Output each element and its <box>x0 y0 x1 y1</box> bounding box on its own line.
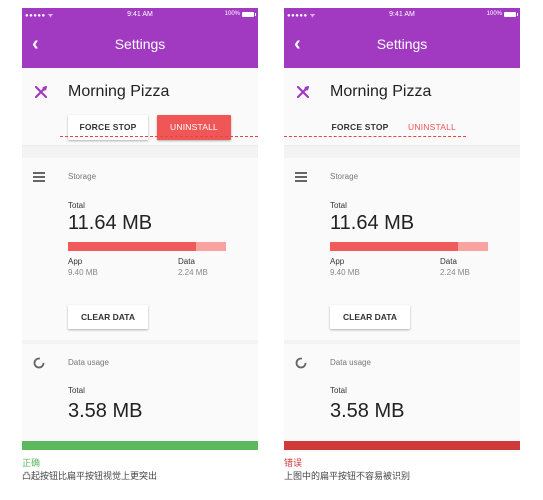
battery-percent: 100% <box>224 11 240 17</box>
fork-knife-icon <box>34 85 48 99</box>
data-size-label: Data <box>440 257 457 266</box>
app-card: Morning Pizza FORCE STOP UNINSTALL <box>22 68 258 146</box>
app-size-value: 9.40 MB <box>330 268 360 277</box>
storage-total-label: Total <box>330 201 347 210</box>
data-usage-total-value: 3.58 MB <box>330 400 405 422</box>
wrong-caption-tag: 错误 <box>284 458 303 468</box>
phone-left-raised: ●●●●● ᯤ 9:41 AM 100% ‹ Settings Morning … <box>22 8 258 449</box>
correct-caption-tag: 正确 <box>22 458 41 468</box>
battery-indicator: 100% <box>224 11 256 17</box>
app-size-label: App <box>68 257 83 266</box>
storage-usage-bar <box>68 242 226 251</box>
wrong-caption-text: 上图中的扁平按钮不容易被识别 <box>284 471 411 481</box>
app-name: Morning Pizza <box>68 83 170 100</box>
storage-card: Storage Total 11.64 MB App 9.40 MB Data … <box>22 158 258 340</box>
app-size-value: 9.40 MB <box>68 268 98 277</box>
status-bar: ●●●●● ᯤ 9:41 AM 100% <box>22 8 258 22</box>
storage-card: Storage Total 11.64 MB App 9.40 MB Data … <box>284 158 520 340</box>
divider-dashed-left <box>60 136 258 137</box>
battery-icon <box>242 11 256 17</box>
data-usage-total-label: Total <box>68 386 85 395</box>
battery-indicator: 100% <box>486 11 518 17</box>
page-title: Settings <box>376 36 428 52</box>
fork-knife-icon <box>296 85 310 99</box>
data-size-value: 2.24 MB <box>178 268 208 277</box>
data-usage-section-label: Data usage <box>330 358 371 367</box>
storage-app-fill <box>330 242 458 251</box>
app-card: Morning Pizza FORCE STOP UNINSTALL <box>284 68 520 146</box>
storage-section-label: Storage <box>330 172 359 181</box>
data-usage-total-label: Total <box>330 386 347 395</box>
clear-data-button[interactable]: CLEAR DATA <box>68 305 148 329</box>
data-usage-card: Data usage Total 3.58 MB <box>22 344 258 449</box>
app-name: Morning Pizza <box>330 83 432 100</box>
battery-icon <box>504 11 518 17</box>
storage-icon <box>33 172 45 182</box>
data-size-label: Data <box>178 257 195 266</box>
page-title: Settings <box>114 36 166 52</box>
data-usage-card: Data usage Total 3.58 MB <box>284 344 520 449</box>
nav-bar: ‹ Settings <box>284 22 520 68</box>
data-size-value: 2.24 MB <box>440 268 470 277</box>
data-usage-section-label: Data usage <box>68 358 109 367</box>
divider-dashed-right <box>284 136 466 137</box>
status-time: 9:41 AM <box>389 11 415 18</box>
clear-data-button[interactable]: CLEAR DATA <box>330 305 410 329</box>
storage-total-label: Total <box>68 201 85 210</box>
storage-total-value: 11.64 MB <box>330 212 415 234</box>
storage-icon <box>295 172 307 182</box>
wrong-indicator-bar <box>284 441 520 450</box>
storage-usage-bar <box>330 242 488 251</box>
nav-bar: ‹ Settings <box>22 22 258 68</box>
battery-percent: 100% <box>486 11 502 17</box>
data-usage-icon <box>33 357 45 369</box>
phone-right-flat: ●●●●● ᯤ 9:41 AM 100% ‹ Settings Morning … <box>284 8 520 449</box>
app-size-label: App <box>330 257 345 266</box>
data-usage-icon <box>295 357 307 369</box>
correct-indicator-bar <box>22 441 258 450</box>
status-time: 9:41 AM <box>127 11 153 18</box>
storage-total-value: 11.64 MB <box>68 212 153 234</box>
correct-caption-text: 凸起按钮比扁平按钮视觉上更突出 <box>22 471 158 481</box>
storage-section-label: Storage <box>68 172 97 181</box>
data-usage-total-value: 3.58 MB <box>68 400 143 422</box>
status-bar: ●●●●● ᯤ 9:41 AM 100% <box>284 8 520 22</box>
storage-app-fill <box>68 242 196 251</box>
